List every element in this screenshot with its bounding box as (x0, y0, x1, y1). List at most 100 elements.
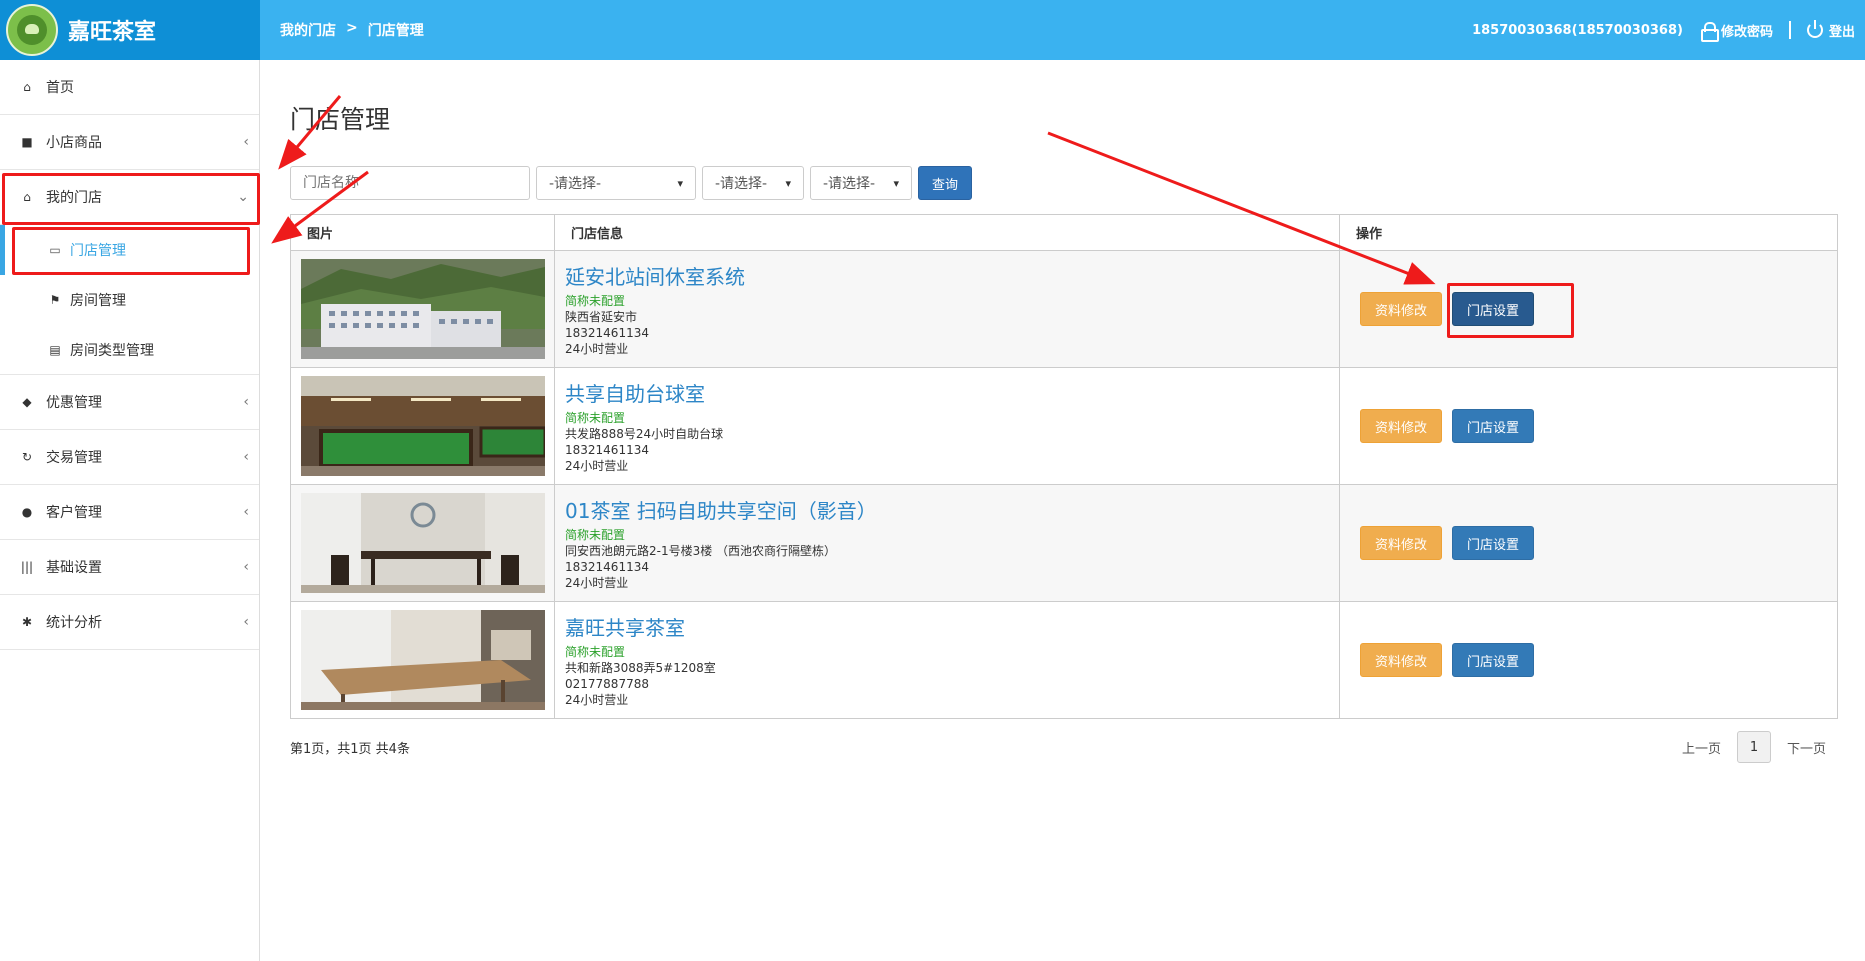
store-photo-billiards (301, 376, 545, 476)
sidebar-item-basic-settings[interactable]: ||| 基础设置 ‹ (0, 540, 259, 595)
filter-select-1[interactable]: -请选择- ▾ (536, 166, 696, 200)
store-phone: 18321461134 (565, 443, 649, 457)
gear-icon: ✱ (21, 615, 33, 629)
image-cell (290, 601, 555, 719)
main-content: 门店管理 -请选择- ▾ -请选择- ▾ -请选择- ▾ 查询 图片 门店信息 (290, 60, 1840, 763)
top-bar: 我的门店 > 门店管理 18570030368(18570030368) 修改密… (260, 0, 1865, 60)
store-name-link[interactable]: 延安北站间休室系统 (565, 261, 1339, 290)
breadcrumb-store-manage: 门店管理 (367, 23, 424, 39)
next-page-link[interactable]: 下一页 (1787, 738, 1826, 757)
select-value: -请选择- (549, 176, 602, 192)
filter-select-2[interactable]: -请选择- ▾ (702, 166, 804, 200)
pagination: 上一页 1 下一页 (1682, 731, 1826, 763)
store-photo-building (301, 259, 545, 359)
store-photo-tea-room (301, 493, 545, 593)
store-hours: 24小时营业 (565, 576, 629, 590)
sidebar-item-label: 小店商品 (46, 135, 102, 151)
store-phone: 18321461134 (565, 560, 649, 574)
info-cell: 嘉旺共享茶室 简称未配置 共和新路3088弄5#1208室 0217788778… (554, 601, 1340, 719)
power-icon (1806, 20, 1823, 38)
store-settings-button[interactable]: 门店设置 (1452, 643, 1534, 677)
sidebar-item-trade-manage[interactable]: ↻ 交易管理 ‹ (0, 430, 259, 485)
highlight-box (2, 173, 260, 225)
store-hours: 24小时营业 (565, 459, 629, 473)
chevron-down-icon: ▾ (785, 176, 791, 190)
store-hours: 24小时营业 (565, 693, 629, 707)
tags-icon: ◆ (22, 395, 32, 409)
ops-cell: 资料修改 门店设置 (1339, 367, 1838, 485)
change-password-link[interactable]: 修改密码 (1700, 21, 1773, 42)
query-button[interactable]: 查询 (918, 166, 972, 200)
store-name-input[interactable] (290, 166, 530, 200)
table-footer: 第1页，共1页 共4条 上一页 1 下一页 (290, 731, 1838, 763)
sidebar-item-label: 交易管理 (46, 450, 102, 466)
edit-info-button[interactable]: 资料修改 (1360, 643, 1442, 677)
sidebar-item-home[interactable]: ⌂ 首页 (0, 60, 259, 115)
store-hours: 24小时营业 (565, 342, 629, 356)
chevron-left-icon: ‹ (243, 504, 249, 520)
breadcrumb: 我的门店 > 门店管理 (280, 20, 424, 40)
info-cell: 共享自助台球室 简称未配置 共发路888号24小时自助台球 1832146113… (554, 367, 1340, 485)
page-title: 门店管理 (290, 105, 391, 134)
sidebar-item-label: 优惠管理 (46, 395, 102, 411)
store-photo-shared-tea-room (301, 610, 545, 710)
column-header-ops: 操作 (1339, 214, 1838, 251)
store-name-link[interactable]: 嘉旺共享茶室 (565, 612, 1339, 641)
sidebar-item-label: 客户管理 (46, 505, 102, 521)
sidebar-item-label: 房间类型管理 (70, 342, 154, 359)
current-page[interactable]: 1 (1736, 731, 1771, 763)
store-short-name: 简称未配置 (565, 294, 626, 308)
sidebar-item-discount-manage[interactable]: ◆ 优惠管理 ‹ (0, 375, 259, 430)
chevron-down-icon: ▾ (893, 176, 899, 190)
store-short-name: 简称未配置 (565, 528, 626, 542)
table-row: 共享自助台球室 简称未配置 共发路888号24小时自助台球 1832146113… (290, 367, 1838, 485)
edit-info-button[interactable]: 资料修改 (1360, 292, 1442, 326)
chevron-left-icon: ‹ (243, 614, 249, 630)
change-password-label: 修改密码 (1720, 24, 1773, 40)
sidebar-item-customer-manage[interactable]: ● 客户管理 ‹ (0, 485, 259, 540)
sidebar-item-label: 房间管理 (70, 293, 126, 309)
sidebar-item-room-type-manage[interactable]: ▤ 房间类型管理 (0, 325, 259, 375)
column-header-info: 门店信息 (554, 214, 1340, 251)
store-settings-button[interactable]: 门店设置 (1452, 409, 1534, 443)
select-value: -请选择- (715, 176, 768, 192)
store-address: 共发路888号24小时自助台球 (565, 427, 724, 441)
user-icon: ● (21, 505, 33, 519)
logout-link[interactable]: 登出 (1806, 20, 1855, 40)
sidebar-item-room-manage[interactable]: ⚑ 房间管理 (0, 275, 259, 325)
prev-page-link[interactable]: 上一页 (1682, 738, 1721, 757)
ops-cell: 资料修改 门店设置 (1339, 601, 1838, 719)
edit-info-button[interactable]: 资料修改 (1360, 526, 1442, 560)
pagination-info: 第1页，共1页 共4条 (290, 741, 410, 757)
brand-name: 嘉旺茶室 (68, 20, 157, 45)
highlight-box (12, 227, 250, 275)
tea-cup-icon (17, 15, 47, 45)
user-account: 18570030368(18570030368) (1472, 22, 1683, 38)
breadcrumb-my-store[interactable]: 我的门店 (280, 20, 336, 40)
user-area: 18570030368(18570030368) 修改密码 登出 (1472, 20, 1865, 42)
image-cell (290, 367, 555, 485)
filter-bar: -请选择- ▾ -请选择- ▾ -请选择- ▾ 查询 (290, 166, 1840, 200)
chevron-left-icon: ‹ (243, 394, 249, 410)
store-name-link[interactable]: 共享自助台球室 (565, 378, 1339, 407)
list-icon: ▤ (49, 342, 61, 357)
chevron-left-icon: ‹ (243, 449, 249, 465)
filter-select-3[interactable]: -请选择- ▾ (810, 166, 912, 200)
breadcrumb-separator: > (346, 20, 358, 36)
flag-icon: ⚑ (49, 293, 61, 307)
home-icon: ⌂ (23, 80, 31, 94)
store-address: 共和新路3088弄5#1208室 (565, 661, 716, 675)
store-address: 同安西池朗元路2-1号楼3楼 （西池农商行隔壁栋） (565, 544, 837, 558)
chevron-left-icon: ‹ (243, 559, 249, 575)
barcode-icon: ||| (20, 560, 34, 574)
sidebar-item-label: 首页 (46, 80, 74, 96)
store-settings-button[interactable]: 门店设置 (1452, 526, 1534, 560)
sidebar-item-statistics[interactable]: ✱ 统计分析 ‹ (0, 595, 259, 650)
ops-cell: 资料修改 门店设置 (1339, 484, 1838, 602)
store-phone: 02177887788 (565, 677, 649, 691)
store-name-link[interactable]: 01茶室 扫码自助共享空间（影音） (565, 495, 1339, 524)
edit-info-button[interactable]: 资料修改 (1360, 409, 1442, 443)
sidebar-item-shop-goods[interactable]: ■ 小店商品 ‹ (0, 115, 259, 170)
chevron-left-icon: ‹ (243, 134, 249, 150)
divider (1788, 21, 1791, 39)
